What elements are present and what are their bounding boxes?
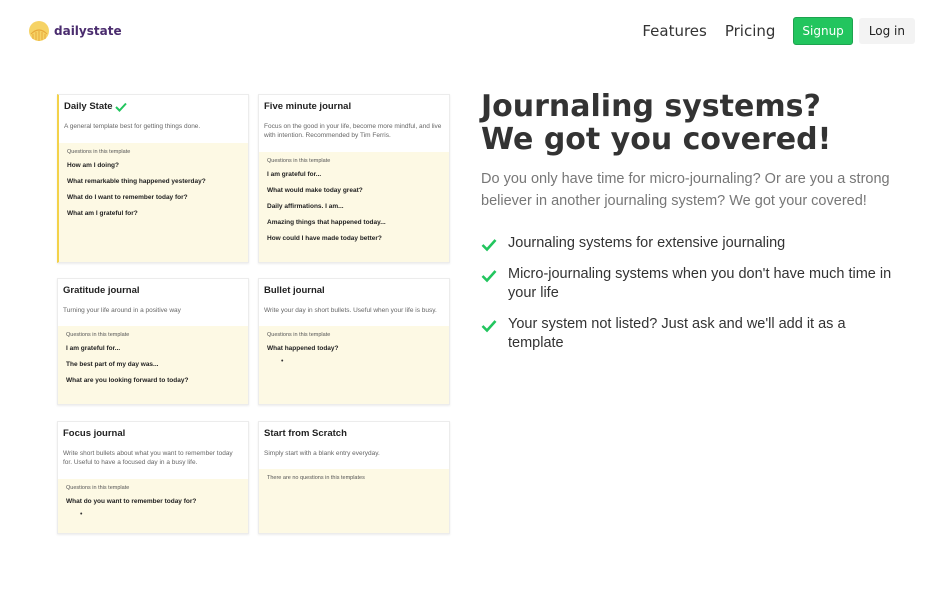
card-description: A general template best for getting thin… [64,123,201,130]
question-item: What do you want to remember today for? [66,498,197,505]
question-item: What am I grateful for? [67,210,138,217]
check-icon [481,270,497,283]
question-item: Daily affirmations. I am... [267,203,344,210]
feature-text: Micro-journaling systems when you don't … [508,266,892,301]
questions-heading: Questions in this template [67,149,131,155]
question-item: I am grateful for... [267,171,322,178]
card-description: Simply start with a blank entry everyday… [264,450,380,457]
nav-features-link[interactable]: Features [642,22,707,40]
card-title-text: Daily State [64,101,113,112]
feature-item: Your system not listed? Just ask and we'… [481,315,901,353]
card-questions: Questions in this template What happened… [259,326,449,404]
headline-line-1: Journaling systems? [481,89,821,124]
template-card-bullet-journal[interactable]: Bullet journal Write your day in short b… [258,278,450,405]
question-item: Amazing things that happened today... [267,219,386,226]
card-questions: Questions in this template What do you w… [58,479,248,533]
template-card-start-from-scratch[interactable]: Start from Scratch Simply start with a b… [258,421,450,534]
template-card-focus-journal[interactable]: Focus journal Write short bullets about … [57,421,249,534]
question-item: What do I want to remember today for? [67,194,188,201]
card-description: Focus on the good in your life, become m… [264,123,442,139]
hero-subtitle: Do you only have time for micro-journali… [481,171,890,209]
card-title: Bullet journal [264,285,325,296]
no-questions-text: There are no questions in this templates [267,475,365,481]
card-title: Start from Scratch [264,428,347,439]
card-questions: Questions in this template I am grateful… [259,152,449,262]
question-item: How could I have made today better? [267,235,382,242]
template-card-five-minute-journal[interactable]: Five minute journal Focus on the good in… [258,94,450,263]
question-item: I am grateful for... [66,345,121,352]
headline-line-2: We got you covered! [481,122,832,157]
site-header: dailystate Features Pricing Signup Log i… [0,0,945,62]
feature-text: Journaling systems for extensive journal… [508,235,786,251]
question-item: What happened today? [267,345,339,352]
bullet-point: • [281,358,284,365]
sun-logo-icon [29,21,49,41]
card-title: Focus journal [63,428,126,439]
card-description: Write short bullets about what you want … [63,450,233,466]
check-icon [481,239,497,252]
feature-item: Journaling systems for extensive journal… [481,234,901,253]
card-questions: There are no questions in this templates [259,469,449,533]
card-questions: Questions in this template I am grateful… [58,326,248,404]
signup-button[interactable]: Signup [793,17,853,45]
nav-pricing-link[interactable]: Pricing [725,22,776,40]
card-title: Daily State [64,101,243,112]
feature-list: Journaling systems for extensive journal… [481,234,901,365]
questions-heading: Questions in this template [267,332,331,338]
feature-item: Micro-journaling systems when you don't … [481,265,901,303]
feature-text: Your system not listed? Just ask and we'… [508,316,846,351]
question-item: What would make today great? [267,187,363,194]
check-icon [481,320,497,333]
check-icon [114,102,127,112]
card-questions: Questions in this template How am I doin… [59,143,248,262]
template-card-daily-state[interactable]: Daily State A general template best for … [57,94,249,263]
questions-heading: Questions in this template [66,332,130,338]
questions-heading: Questions in this template [66,485,130,491]
main-nav: Features Pricing Signup Log in [642,17,915,45]
card-description: Write your day in short bullets. Useful … [264,307,437,314]
question-item: What are you looking forward to today? [66,377,189,384]
card-title: Gratitude journal [63,285,140,296]
login-button[interactable]: Log in [858,18,915,44]
question-item: The best part of my day was... [66,361,159,368]
card-title: Five minute journal [264,101,352,112]
bullet-point: • [80,511,83,518]
page-title: Journaling systems? We got you covered! [481,90,921,156]
card-description: Turning your life around in a positive w… [63,307,181,314]
question-item: How am I doing? [67,162,119,169]
question-item: What remarkable thing happened yesterday… [67,178,206,185]
template-card-gratitude-journal[interactable]: Gratitude journal Turning your life arou… [57,278,249,405]
logo[interactable]: dailystate [28,20,122,42]
logo-text: dailystate [54,24,122,38]
questions-heading: Questions in this template [267,158,331,164]
